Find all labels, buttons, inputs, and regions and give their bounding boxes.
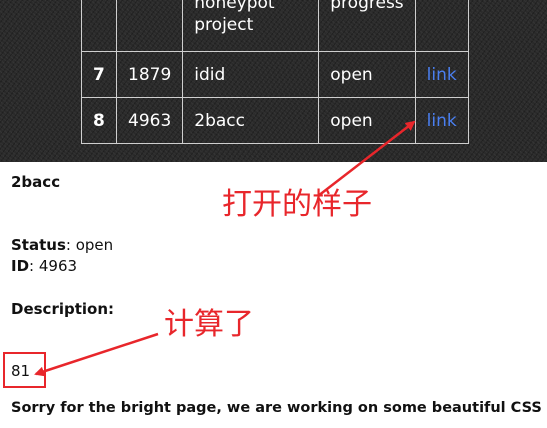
status-label: Status <box>11 236 66 254</box>
row-id-cell: 4963 <box>115 97 184 144</box>
table-row: 8 4963 2bacc open link <box>81 97 469 144</box>
table-section: honeypot project progress 7 1879 idid op… <box>0 0 547 162</box>
id-line: ID: 4963 <box>11 257 78 275</box>
status-line: Status: open <box>11 236 114 254</box>
row-link[interactable]: link <box>427 65 457 85</box>
table-row: 7 1879 idid open link <box>81 51 469 98</box>
row-id-cell <box>115 0 184 52</box>
table-row: honeypot project progress <box>81 0 469 52</box>
row-number-cell: 7 <box>81 51 117 98</box>
row-name-cell: 2bacc <box>182 97 320 144</box>
detail-title: 2bacc <box>11 173 61 191</box>
row-name-cell: honeypot project <box>182 0 320 52</box>
row-status-cell: progress <box>318 0 416 52</box>
row-name-cell: idid <box>182 51 320 98</box>
row-link-cell: link <box>414 97 469 144</box>
id-value: 4963 <box>38 257 78 275</box>
annotation-highlight-box <box>3 352 46 388</box>
row-status-cell: open <box>318 51 416 98</box>
page-root: honeypot project progress 7 1879 idid op… <box>0 0 547 428</box>
row-link-cell <box>414 0 469 52</box>
row-id-cell: 1879 <box>115 51 184 98</box>
annotation-arrow-calc <box>34 332 159 377</box>
row-number-cell: 8 <box>81 97 117 144</box>
row-status-cell: open <box>318 97 416 144</box>
footer-note: Sorry for the bright page, we are workin… <box>11 400 542 416</box>
row-number-cell <box>81 0 117 52</box>
annotation-open-label: 打开的样子 <box>222 187 372 222</box>
id-label: ID <box>11 257 30 275</box>
row-link[interactable]: link <box>427 111 457 131</box>
annotation-calc-label: 计算了 <box>164 307 254 342</box>
projects-table: honeypot project progress 7 1879 idid op… <box>81 0 469 144</box>
status-value: open <box>75 236 114 254</box>
description-label: Description: <box>11 300 115 318</box>
row-link-cell: link <box>414 51 469 98</box>
